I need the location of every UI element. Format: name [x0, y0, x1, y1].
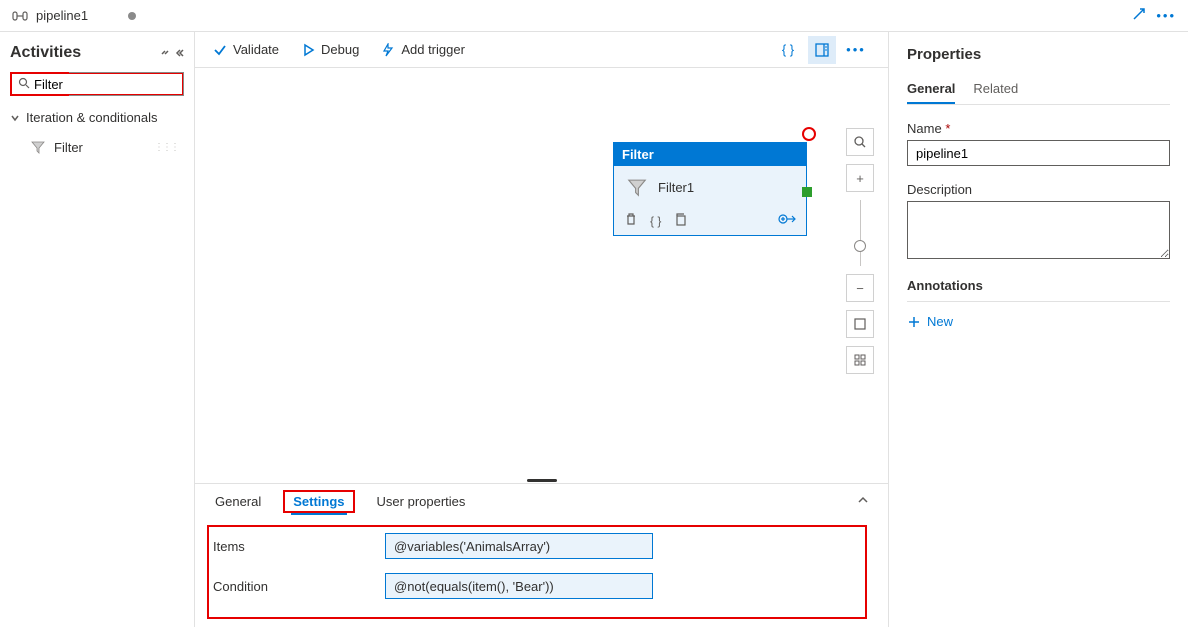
condition-label: Condition: [213, 579, 385, 594]
pipeline-toolbar: Validate Debug Add trigger { } •••: [195, 32, 888, 68]
pipeline-tab-title[interactable]: pipeline1: [36, 8, 88, 23]
pipeline-description-input[interactable]: [907, 201, 1170, 259]
canvas-zoom-controls: + −: [846, 128, 874, 374]
props-tab-general[interactable]: General: [907, 77, 955, 104]
plus-icon: [907, 315, 921, 329]
pipeline-name-input[interactable]: [907, 140, 1170, 166]
filter-icon: [626, 176, 648, 198]
chevron-down-icon: [10, 113, 20, 123]
new-label: New: [927, 314, 953, 329]
debug-button[interactable]: Debug: [301, 42, 359, 57]
category-iteration-conditionals[interactable]: Iteration & conditionals: [10, 108, 184, 127]
tab-bar: pipeline1 •••: [0, 0, 1188, 32]
node-type-label: Filter: [614, 143, 806, 166]
delete-icon[interactable]: [624, 212, 638, 229]
json-view-button[interactable]: { }: [774, 36, 802, 64]
collapse-control[interactable]: [160, 48, 184, 58]
validation-status-icon: [802, 127, 816, 141]
zoom-handle[interactable]: [854, 240, 866, 252]
activities-title: Activities: [10, 44, 160, 62]
pipeline-canvas[interactable]: Filter Filter1 { } +: [195, 68, 888, 477]
description-label: Description: [907, 182, 1170, 197]
autolayout-button[interactable]: [846, 346, 874, 374]
zoom-out-button[interactable]: −: [846, 274, 874, 302]
pipeline-icon: [12, 8, 28, 24]
collapse-panel-button[interactable]: [856, 493, 870, 510]
validate-button[interactable]: Validate: [213, 42, 279, 57]
grip-icon: ⋮⋮⋮: [154, 142, 178, 153]
tab-general[interactable]: General: [213, 490, 263, 513]
toolbar-more-button[interactable]: •••: [842, 36, 870, 64]
filter-icon: [30, 139, 46, 155]
activity-label: Filter: [54, 140, 83, 155]
settings-form: Items Condition: [195, 519, 888, 627]
tab-user-properties[interactable]: User properties: [375, 490, 468, 513]
canvas-search-button[interactable]: [846, 128, 874, 156]
validate-label: Validate: [233, 42, 279, 57]
activity-filter[interactable]: Filter ⋮⋮⋮: [10, 135, 184, 159]
activity-detail-tabs: General Settings User properties: [195, 483, 888, 519]
zoom-slider[interactable]: [860, 200, 861, 266]
add-trigger-button[interactable]: Add trigger: [381, 42, 465, 57]
category-label: Iteration & conditionals: [26, 110, 158, 125]
node-name: Filter1: [658, 180, 694, 195]
tab-settings[interactable]: Settings: [291, 490, 346, 515]
activity-node-filter1[interactable]: Filter Filter1 { }: [613, 142, 807, 236]
annotations-label: Annotations: [907, 278, 1170, 293]
items-label: Items: [213, 539, 385, 554]
canvas-area: Validate Debug Add trigger { } •••: [195, 32, 888, 627]
items-input[interactable]: [385, 533, 653, 559]
expand-icon[interactable]: [1132, 7, 1146, 24]
code-icon[interactable]: { }: [650, 214, 661, 228]
add-trigger-label: Add trigger: [401, 42, 465, 57]
condition-input[interactable]: [385, 573, 653, 599]
props-tab-related[interactable]: Related: [973, 77, 1018, 104]
properties-toggle-button[interactable]: [808, 36, 836, 64]
properties-title: Properties: [907, 46, 1170, 63]
activities-search[interactable]: [10, 72, 184, 96]
unsaved-indicator-icon: [128, 12, 136, 20]
activities-panel: Activities Iteration & conditionals Filt…: [0, 32, 195, 627]
output-connector[interactable]: [802, 187, 812, 197]
add-output-icon[interactable]: [778, 212, 796, 229]
clone-icon[interactable]: [673, 212, 687, 229]
zoom-in-button[interactable]: +: [846, 164, 874, 192]
search-input[interactable]: [34, 77, 74, 92]
search-icon: [18, 77, 30, 92]
more-icon[interactable]: •••: [1156, 8, 1176, 23]
fit-screen-button[interactable]: [846, 310, 874, 338]
debug-label: Debug: [321, 42, 359, 57]
properties-panel: Properties General Related Name * Descri…: [888, 32, 1188, 627]
add-annotation-button[interactable]: New: [907, 310, 1170, 333]
name-label: Name *: [907, 121, 1170, 136]
